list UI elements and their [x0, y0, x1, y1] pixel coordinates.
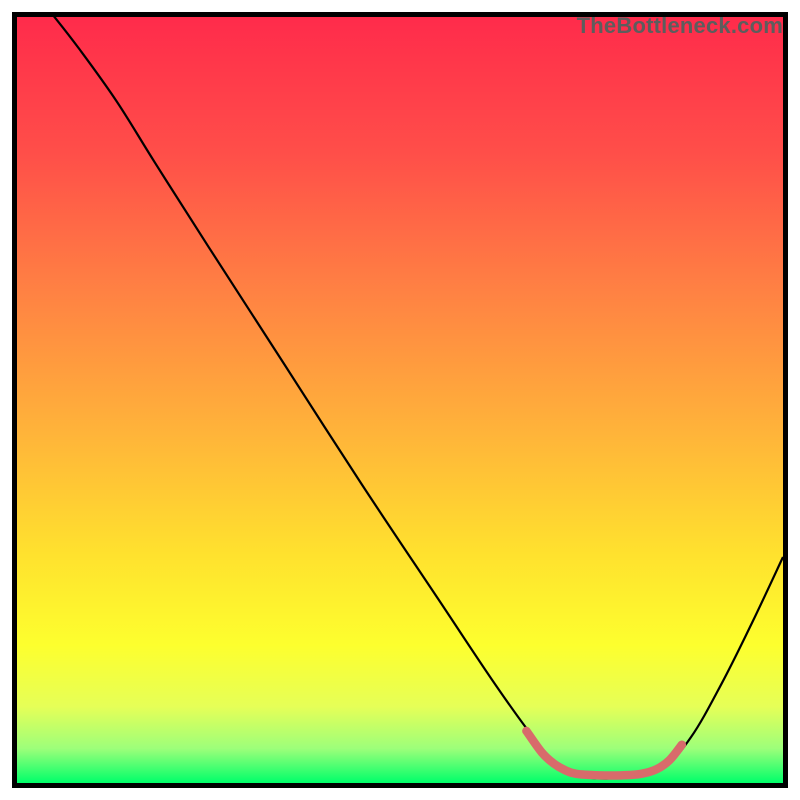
bottleneck-curve	[51, 17, 783, 778]
chart-lines	[17, 17, 783, 783]
optimal-range-marker	[526, 731, 681, 776]
plot-area: TheBottleneck.com	[12, 12, 788, 788]
watermark-text: TheBottleneck.com	[577, 13, 783, 39]
chart-container: TheBottleneck.com	[0, 0, 800, 800]
